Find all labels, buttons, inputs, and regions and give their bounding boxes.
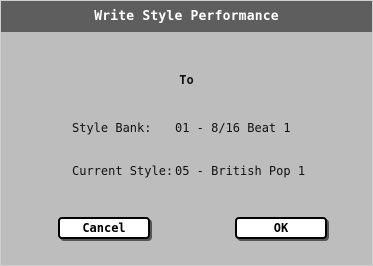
style-bank-value[interactable]: 01 - 8/16 Beat 1 [175, 121, 291, 135]
dialog-title: Write Style Performance [1, 1, 372, 32]
current-style-label: Current Style: [72, 164, 174, 178]
ok-button[interactable]: OK [235, 217, 327, 239]
current-style-value[interactable]: 05 - British Pop 1 [175, 164, 305, 178]
to-heading: To [179, 73, 194, 87]
style-bank-label: Style Bank: [72, 121, 152, 135]
write-style-performance-dialog: Write Style Performance To Style Bank: 0… [0, 0, 373, 266]
cancel-button[interactable]: Cancel [58, 217, 150, 239]
